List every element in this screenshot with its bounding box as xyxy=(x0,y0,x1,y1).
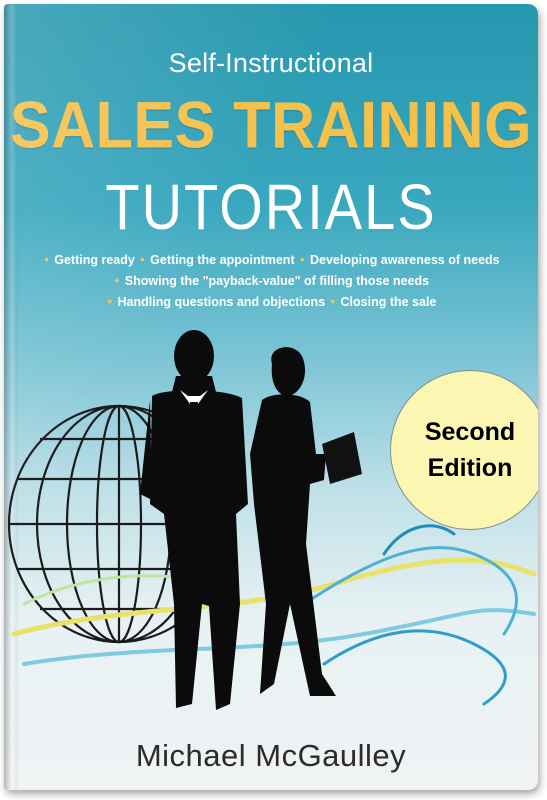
bullet-item: Getting ready xyxy=(54,253,135,267)
cover-title-line2: TUTORIALS xyxy=(105,170,437,243)
bullet-line: • Getting ready • Getting the appointmen… xyxy=(4,250,538,271)
businesswoman-silhouette xyxy=(250,347,362,696)
edition-badge-line2: Edition xyxy=(427,454,513,482)
bullet-dot-icon: • xyxy=(140,253,145,267)
bullet-item: Showing the "payback-value" of filling t… xyxy=(124,274,430,288)
bullet-item: Developing awareness of needs xyxy=(309,253,500,267)
author-name: Michael McGaulley xyxy=(135,738,407,773)
book-cover: Self-Instructional SALES TRAINING TUTORI… xyxy=(4,4,538,790)
edition-badge-line1: Second xyxy=(424,418,516,446)
businessman-silhouette xyxy=(140,330,248,710)
cover-title-line1: SALES TRAINING xyxy=(9,88,533,162)
bullet-item: Getting the appointment xyxy=(150,253,295,267)
bullet-dot-icon: • xyxy=(300,253,305,267)
bullet-line: • Showing the "payback-value" of filling… xyxy=(4,271,538,292)
edition-badge: Second Edition xyxy=(390,370,538,530)
cover-subtitle: Self-Instructional xyxy=(168,48,374,78)
bullet-dot-icon: • xyxy=(114,274,120,288)
bullet-dot-icon: • xyxy=(44,253,49,267)
